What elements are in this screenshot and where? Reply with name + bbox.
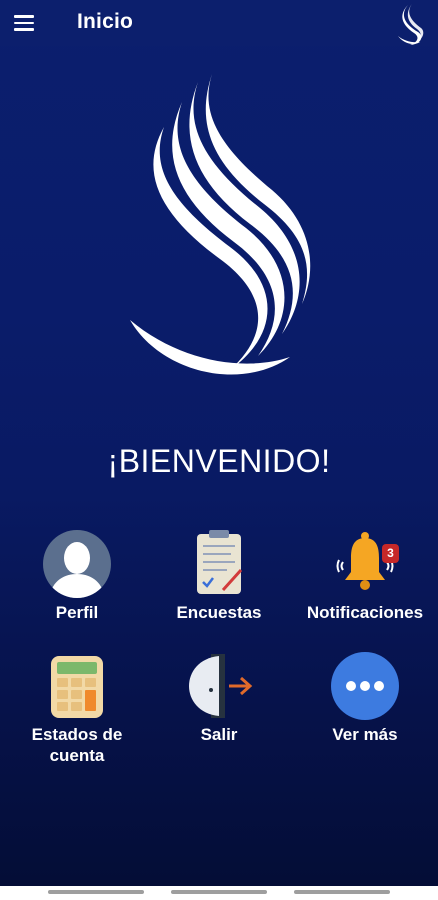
menu-tile-label: Encuestas [176, 603, 262, 622]
menu-tile-label: Salir [200, 725, 238, 744]
bell-icon-wrapper: 3 [329, 528, 401, 600]
menu-tile-more[interactable]: Ver más [292, 650, 438, 745]
menu-tile-label: Perfil [55, 603, 99, 622]
nav-pill-left[interactable] [48, 890, 144, 894]
menu-tile-label: Estados de cuenta [31, 725, 123, 765]
nav-pill-center[interactable] [171, 890, 267, 894]
brand-swirl-logo [130, 74, 311, 375]
calculator-icon [51, 656, 103, 718]
menu-tile-profile[interactable]: Perfil [4, 528, 150, 623]
home-screen: Inicio ¡BIENVENIDO! Perfil Encuestas 3 N… [0, 0, 438, 886]
menu-tile-logout[interactable]: Salir [146, 650, 292, 745]
nav-pill-right[interactable] [294, 890, 390, 894]
survey-clipboard-icon [197, 530, 243, 594]
hamburger-menu-icon[interactable] [14, 10, 44, 36]
menu-tile-label: Notificaciones [306, 603, 424, 622]
page-title: Inicio [77, 10, 134, 33]
user-avatar-icon [43, 530, 111, 598]
menu-tile-label: Ver más [332, 725, 398, 744]
notification-badge: 3 [382, 544, 399, 563]
system-nav-bar [0, 886, 438, 900]
bell-icon [336, 532, 394, 590]
app-bar: Inicio [0, 0, 438, 46]
menu-tile-surveys[interactable]: Encuestas [146, 528, 292, 623]
menu-tile-notifications[interactable]: 3 Notificaciones [292, 528, 438, 623]
welcome-heading: ¡BIENVENIDO! [107, 443, 331, 479]
more-dots-icon [331, 652, 399, 720]
menu-tile-account-statements[interactable]: Estados de cuenta [4, 650, 150, 766]
exit-door-icon [189, 654, 253, 718]
brand-logo-icon [398, 4, 424, 45]
